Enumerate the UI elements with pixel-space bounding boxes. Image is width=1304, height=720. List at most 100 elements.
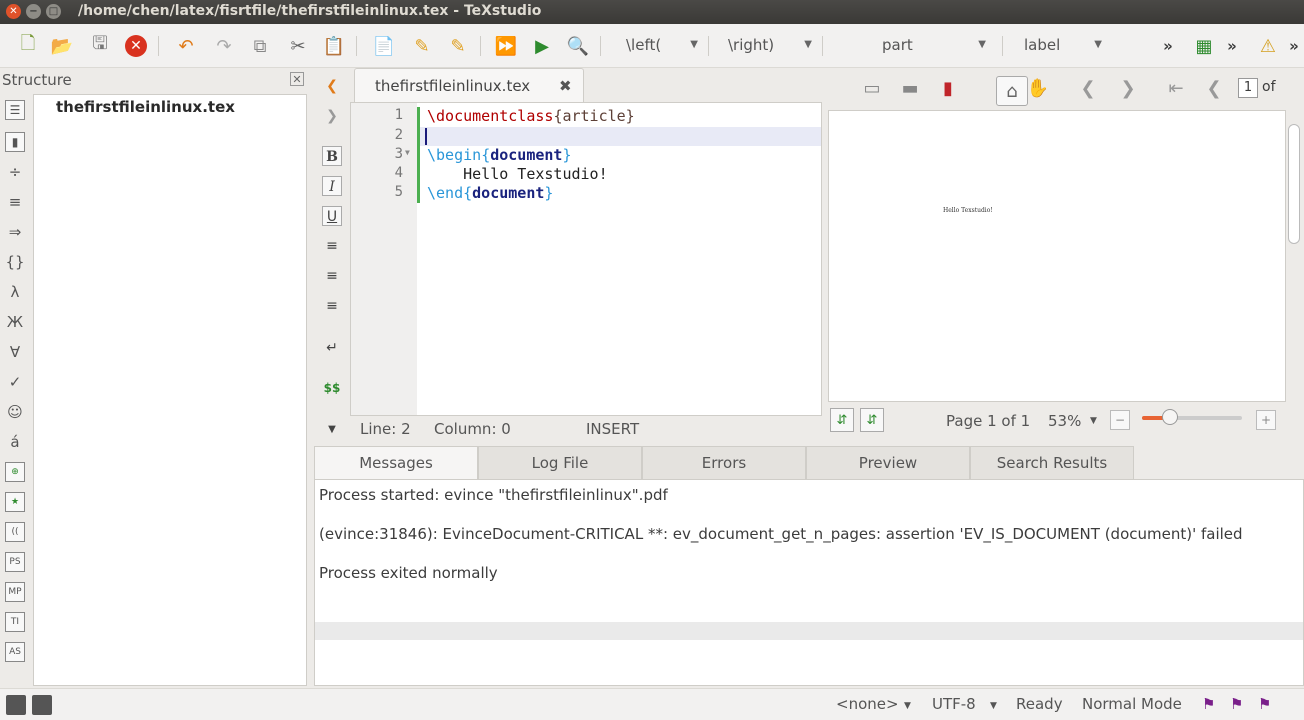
pdf-window-icon[interactable]: ▬	[898, 76, 922, 100]
bookmark-add-icon[interactable]: ✎	[410, 34, 434, 58]
pan-hand-icon[interactable]: ✋	[1026, 76, 1050, 100]
save-file-icon[interactable]: 🖫	[88, 33, 112, 58]
page-number-input[interactable]: 1	[1238, 78, 1258, 98]
fold-marker-icon[interactable]: ▼	[405, 148, 410, 157]
encoding-select[interactable]: UTF-8	[932, 695, 976, 713]
next-document-icon[interactable]: ❯	[322, 106, 342, 126]
pdf-external-icon[interactable]: ▮	[936, 76, 960, 100]
paste-icon[interactable]: 📋	[322, 34, 346, 58]
close-window-button[interactable]: ✕	[6, 4, 21, 19]
bookmark-remove-icon[interactable]: ✎	[446, 34, 470, 58]
bookmarks-icon[interactable]: ▮	[5, 132, 25, 152]
zoom-slider-handle[interactable]	[1162, 409, 1178, 425]
zoom-out-icon[interactable]: −	[1110, 410, 1130, 430]
toolbar-separator	[480, 36, 481, 56]
sync-lock-icon[interactable]: ⇵	[860, 408, 884, 432]
language-select[interactable]: <none>	[836, 695, 899, 713]
build-and-view-icon[interactable]: ⏩	[494, 34, 518, 58]
open-file-icon[interactable]: 📂	[50, 34, 74, 58]
part-select[interactable]: part ▼	[882, 36, 986, 58]
tab-preview[interactable]: Preview	[806, 446, 970, 480]
zoom-in-icon[interactable]: +	[1256, 410, 1276, 430]
pdf-forward-icon[interactable]: ❯	[1116, 76, 1140, 100]
misc-text-icon[interactable]: ✓	[5, 372, 25, 392]
zoom-slider[interactable]	[1142, 409, 1242, 425]
asymptote-icon[interactable]: AS	[5, 642, 25, 662]
underline-button[interactable]: U	[322, 206, 342, 226]
tab-log-file[interactable]: Log File	[478, 446, 642, 480]
more-format-icon[interactable]: ▼	[322, 420, 342, 440]
minimize-window-button[interactable]: −	[26, 4, 41, 19]
cut-icon[interactable]: ✂	[286, 34, 310, 58]
selected-message-row[interactable]	[315, 622, 1303, 640]
toolbar-overflow-button-2[interactable]: »	[1220, 34, 1244, 58]
first-page-icon[interactable]: ⇤	[1164, 76, 1188, 100]
zoom-level[interactable]: 53%	[1048, 412, 1081, 430]
metapost-icon[interactable]: MP	[5, 582, 25, 602]
new-file-icon[interactable]: 🗋	[16, 33, 40, 58]
tab-thefirstfileinlinux[interactable]: thefirstfileinlinux.tex ✖	[354, 68, 584, 102]
view-pdf-icon[interactable]: 🔍	[566, 34, 590, 58]
italic-button[interactable]: I	[322, 176, 342, 196]
brackets-icon[interactable]: ((	[5, 522, 25, 542]
copy-icon[interactable]: ⧉	[248, 34, 272, 58]
label-select[interactable]: label ▼	[1024, 36, 1102, 58]
tikz-icon[interactable]: TI	[5, 612, 25, 632]
delimiters-icon[interactable]: {}	[5, 252, 25, 272]
right-delimiter-value: \right)	[728, 36, 775, 54]
pstricks-icon[interactable]: PS	[5, 552, 25, 572]
align-right-icon[interactable]: ≡	[322, 296, 342, 316]
operators-icon[interactable]: ÷	[5, 162, 25, 182]
pdf-back-icon[interactable]: ❮	[1076, 76, 1100, 100]
pdf-fit-icon[interactable]: ⌂	[996, 76, 1028, 106]
toolbar-overflow-button[interactable]: »	[1156, 34, 1180, 58]
toggle-structure-icon[interactable]	[6, 695, 26, 715]
warning-icon[interactable]: ⚠	[1256, 34, 1280, 58]
pdf-scrollbar[interactable]	[1288, 124, 1300, 244]
cyrillic-icon[interactable]: Ж	[5, 312, 25, 332]
close-icon[interactable]: ✕	[290, 72, 304, 86]
smiley-icon[interactable]: ☺	[5, 402, 25, 422]
structure-tree: thefirstfileinlinux.tex	[33, 94, 307, 686]
toolbar-overflow-button-3[interactable]: »	[1282, 34, 1304, 58]
structure-tree-file[interactable]: thefirstfileinlinux.tex	[56, 98, 235, 116]
relations-icon[interactable]: ≡	[5, 192, 25, 212]
comment-icon[interactable]: 📄	[372, 34, 396, 58]
chevron-down-icon[interactable]: ▼	[1090, 416, 1097, 426]
pdf-preview-page[interactable]: Hello Texstudio!	[828, 110, 1286, 402]
compile-icon[interactable]: ▶	[530, 34, 554, 58]
maximize-window-button[interactable]: □	[46, 4, 61, 19]
align-left-icon[interactable]: ≡	[322, 236, 342, 256]
redo-icon[interactable]: ↷	[212, 34, 236, 58]
pdf-layout-icon[interactable]: ▭	[860, 76, 884, 100]
misc-math-icon[interactable]: ∀	[5, 342, 25, 362]
bookmark-icon[interactable]: ⚑	[1230, 695, 1243, 713]
previous-document-icon[interactable]: ❮	[322, 76, 342, 96]
math-mode-button[interactable]: $$	[322, 378, 342, 398]
bookmark-icon[interactable]: ⚑	[1202, 695, 1215, 713]
tab-search-results[interactable]: Search Results	[970, 446, 1134, 480]
bold-button[interactable]: B	[322, 146, 342, 166]
arrows-icon[interactable]: ⇒	[5, 222, 25, 242]
left-delimiter-select[interactable]: \left(▼	[626, 36, 698, 58]
greek-icon[interactable]: λ	[5, 282, 25, 302]
close-file-icon[interactable]: ✕	[124, 34, 148, 58]
close-tab-icon[interactable]: ✖	[559, 77, 572, 95]
page-status: Page 1 of 1	[946, 412, 1031, 430]
favorites-icon[interactable]: ⊕	[5, 462, 25, 482]
code-editor[interactable]: 1 2 3 ▼ 4 5 \documentclass{article} \beg…	[350, 102, 822, 416]
tab-messages[interactable]: Messages	[314, 446, 478, 480]
special-icon[interactable]: ★	[5, 492, 25, 512]
toggle-messages-icon[interactable]	[32, 695, 52, 715]
right-delimiter-select[interactable]: \right) ▼	[728, 36, 812, 58]
new-line-icon[interactable]: ↵	[322, 338, 342, 358]
sync-icon[interactable]: ⇵	[830, 408, 854, 432]
undo-icon[interactable]: ↶	[174, 34, 198, 58]
structure-view-icon[interactable]: ☰	[5, 100, 25, 120]
tab-errors[interactable]: Errors	[642, 446, 806, 480]
previous-page-icon[interactable]: ❮	[1202, 76, 1226, 100]
table-icon[interactable]: ▦	[1192, 34, 1216, 58]
bookmark-icon[interactable]: ⚑	[1258, 695, 1271, 713]
align-center-icon[interactable]: ≡	[322, 266, 342, 286]
accents-icon[interactable]: á	[5, 432, 25, 452]
